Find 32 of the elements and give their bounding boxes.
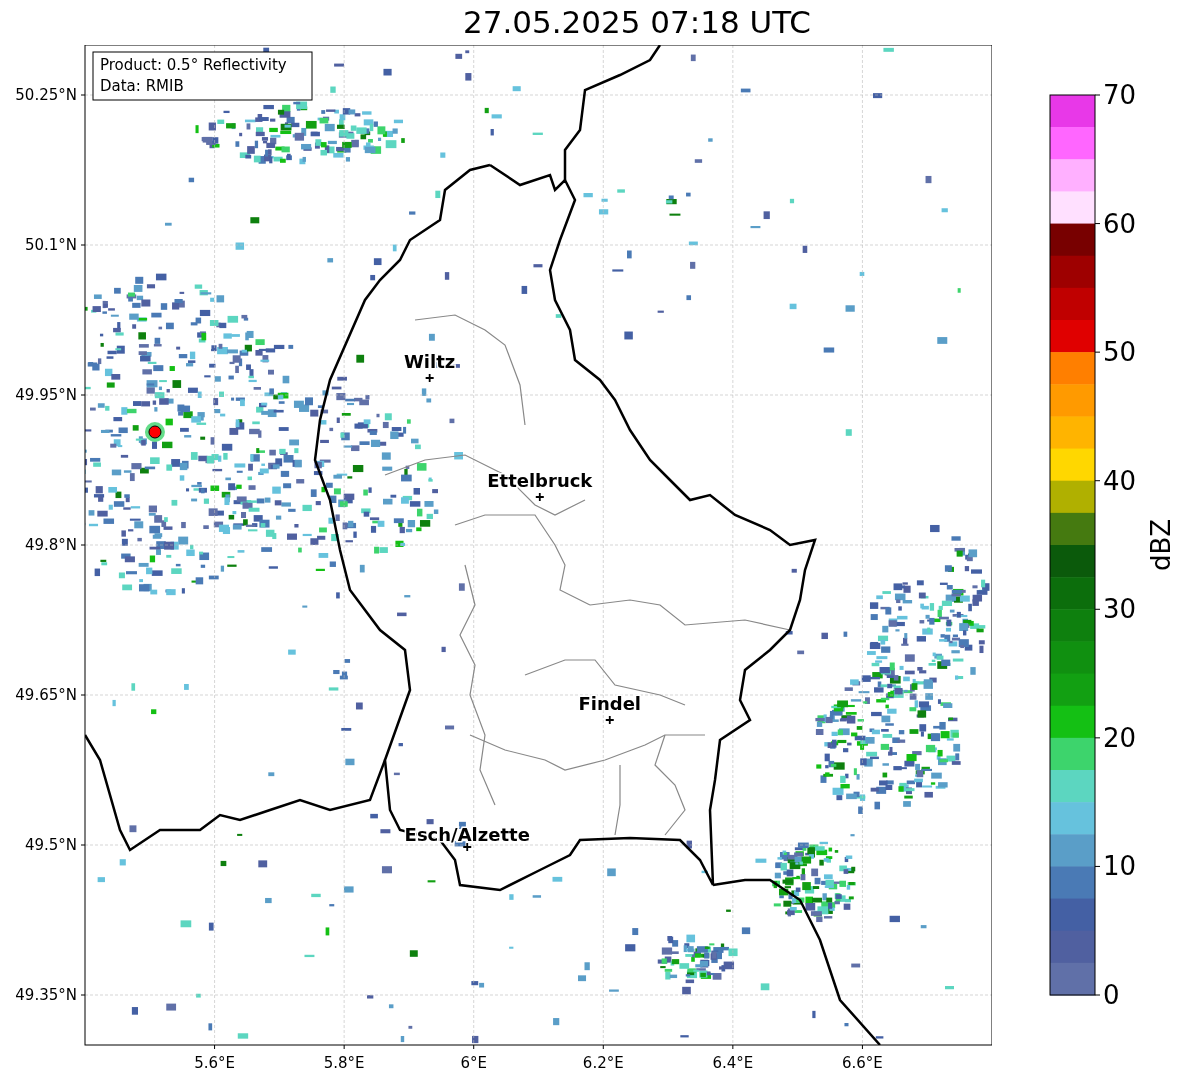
color-scale-label: 50: [1103, 337, 1137, 368]
place-marker: [424, 373, 435, 383]
legend-text: Product: 0.5° Reflectivity: [100, 56, 287, 74]
color-scale-label: 10: [1103, 851, 1137, 882]
chart-title: 27.05.2025 07:18 UTC: [463, 7, 811, 38]
axis-tick-label: 49.8°N: [24, 536, 77, 554]
color-scale-label: 70: [1103, 80, 1137, 110]
axis-tick-label: 6.2°E: [582, 1054, 624, 1072]
color-scale-label: 40: [1103, 465, 1137, 496]
place-marker: [534, 492, 545, 502]
axis-tick-label: 5.8°E: [323, 1054, 365, 1072]
axis-tick-label: 49.35°N: [15, 986, 77, 1004]
place-label: Wiltz: [404, 351, 456, 372]
axis-tick-label: 6.6°E: [842, 1054, 883, 1072]
axis-tick-label: 50.25°N: [15, 86, 77, 104]
color-scale-label: 30: [1103, 594, 1137, 625]
axis-tick-label: 6.4°E: [712, 1054, 754, 1072]
place-marker: [604, 715, 615, 725]
color-scale-title: dBZ: [1146, 518, 1176, 572]
axis-tick-label: 6°E: [460, 1054, 487, 1072]
axis-tick-label: 50.1°N: [24, 236, 77, 254]
axis-tick-label: 49.65°N: [15, 686, 77, 704]
axis-tick-label: 49.95°N: [15, 386, 77, 404]
color-scale-label: 20: [1103, 722, 1137, 753]
axis-tick-label: 49.5°N: [24, 836, 77, 854]
color-scale-label: 0: [1103, 980, 1120, 1010]
place-label: Ettelbruck: [487, 470, 593, 491]
radar-site-marker: [144, 422, 165, 442]
axis-tick-label: 5.6°E: [194, 1054, 235, 1072]
place-label: Findel: [578, 693, 642, 714]
legend-text: Data: RMIB: [100, 77, 184, 95]
color-scale-label: 60: [1103, 208, 1137, 239]
